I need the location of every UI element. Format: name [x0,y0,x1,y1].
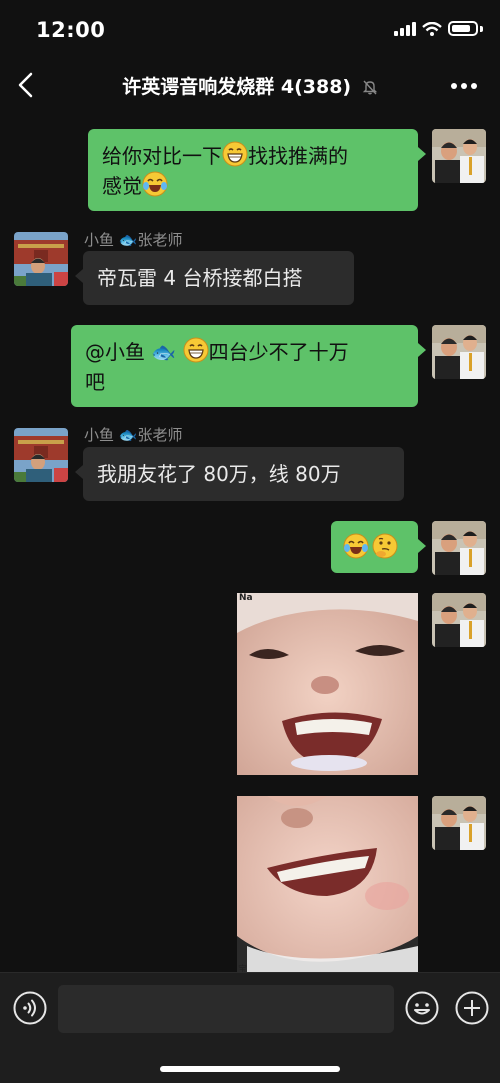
tears-of-joy-icon [343,533,369,559]
chat-header: 许英谔音响发烧群 4(388) [0,58,500,114]
child-face-photo [237,593,418,775]
wifi-icon [422,22,442,36]
image-message[interactable]: 宝 [237,796,418,974]
avatar[interactable] [432,521,486,575]
chat-title: 许英谔音响发烧群 4(388) [122,76,352,98]
message-text: 感觉 [102,174,142,198]
message-text: @小鱼 🐟 [85,340,183,364]
message-input[interactable] [58,985,394,1033]
message-text: 我朋友花了 80万，线 80万 [97,462,341,486]
avatar[interactable] [14,232,68,286]
voice-icon[interactable] [12,990,48,1026]
more-icon[interactable] [450,82,478,90]
message-bubble-sent[interactable]: @小鱼 🐟 四台少不了十万吧 [71,325,426,407]
avatar[interactable] [432,796,486,850]
image-watermark: Na [239,593,253,603]
message-text: 四台少不了十万 [208,340,349,364]
thinking-face-icon [372,533,398,559]
tears-of-joy-icon [142,171,168,197]
avatar[interactable] [432,325,486,379]
child-face-photo [237,796,418,974]
battery-icon [448,21,478,36]
grinning-face-icon [183,337,209,363]
emoji-icon[interactable] [404,990,440,1026]
cellular-signal-icon [394,22,416,36]
status-time: 12:00 [36,18,106,42]
sender-name: 小鱼 🐟张老师 [84,426,183,444]
image-message[interactable]: Na [237,593,418,775]
message-text: 吧 [85,370,105,394]
chat-title-wrap: 许英谔音响发烧群 4(388) [0,72,500,99]
sender-name: 小鱼 🐟张老师 [84,231,183,249]
mute-bell-icon [362,80,377,95]
message-text: 给你对比一下 [102,144,222,168]
message-text: 帝瓦雷 4 台桥接都白搭 [97,266,303,290]
status-bar: 12:00 [0,0,500,58]
avatar[interactable] [432,593,486,647]
grinning-face-icon [222,141,248,167]
message-text: 找找推满的 [248,144,348,168]
avatar[interactable] [432,129,486,183]
avatar[interactable] [14,428,68,482]
home-indicator[interactable] [160,1066,340,1072]
message-bubble-received[interactable]: 帝瓦雷 4 台桥接都白搭 [75,251,354,305]
message-bubble-sent[interactable]: 给你对比一下 找找推满的感觉 [88,129,426,211]
plus-icon[interactable] [454,990,490,1026]
message-bubble-sent[interactable] [331,521,426,573]
message-bubble-received[interactable]: 我朋友花了 80万，线 80万 [75,447,404,501]
